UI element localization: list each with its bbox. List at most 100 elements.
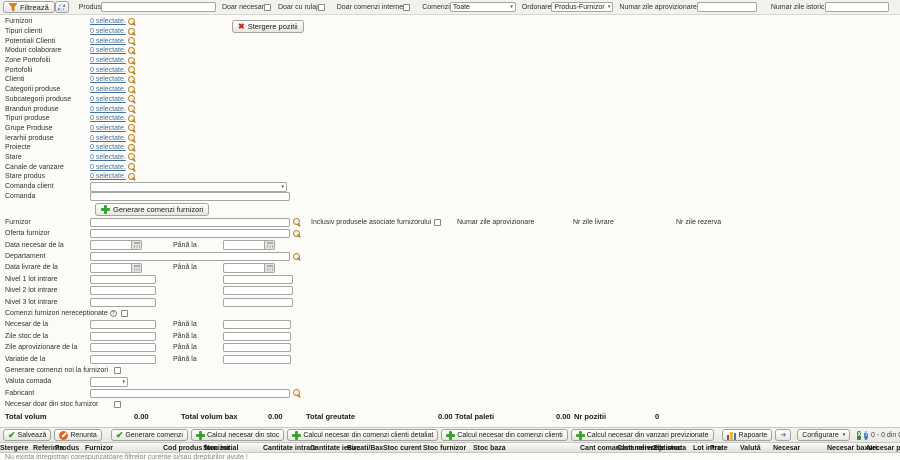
zile-aprovizionare-pana-la-input[interactable] (223, 343, 291, 352)
comanda-client-select[interactable]: ▾ (90, 182, 287, 192)
rapoarte-button[interactable]: Rapoarte (722, 429, 773, 441)
variatie-pana-la-input[interactable] (223, 355, 291, 364)
necesar-de-la-input[interactable] (90, 320, 156, 329)
selected-count-link[interactable]: 0 selectate. (90, 47, 126, 54)
produs-input[interactable] (101, 2, 216, 12)
calendar-icon[interactable] (264, 241, 274, 249)
search-icon[interactable] (128, 27, 137, 36)
selected-count-link[interactable]: 0 selectate. (90, 106, 126, 113)
nivel2-input-2[interactable] (223, 286, 293, 295)
search-icon[interactable] (128, 46, 137, 55)
search-icon[interactable] (128, 75, 137, 84)
rapoarte-expand-button[interactable]: ➜ (775, 429, 791, 441)
calendar-icon[interactable] (131, 241, 141, 249)
export-excel-icon[interactable]: X (857, 431, 861, 440)
cancel-icon (59, 431, 68, 440)
configurare-button[interactable]: Configurare ▾ (797, 429, 850, 441)
nivel3-input-2[interactable] (223, 298, 293, 307)
fabricant-input[interactable] (90, 389, 290, 398)
column-header: Zile stoc (653, 445, 681, 452)
calendar-icon[interactable] (131, 264, 141, 272)
calendar-icon[interactable] (264, 264, 274, 272)
doar-cu-rulaj-checkbox[interactable] (318, 4, 325, 11)
pana-la-label: Până la (173, 333, 223, 340)
totals-row: Total volum 0.00 Total volum bax 0.00 To… (0, 410, 900, 422)
selected-count-link[interactable]: 0 selectate. (90, 76, 126, 83)
search-icon[interactable] (128, 37, 137, 46)
selected-count-link[interactable]: 0 selectate. (90, 28, 126, 35)
generare-comenzi-noi-checkbox[interactable] (114, 367, 121, 374)
nr-zile-aprovizionare-input[interactable] (697, 2, 757, 12)
oferta-furnizor-input[interactable] (90, 229, 290, 238)
help-icon[interactable]: ? (864, 431, 868, 440)
search-icon[interactable] (128, 105, 137, 114)
search-icon[interactable] (128, 85, 137, 94)
search-icon[interactable] (292, 389, 301, 398)
calcul-necesar-stoc-button[interactable]: Calcul necesar din stoc (191, 429, 284, 441)
comanda-input[interactable] (90, 192, 290, 201)
departament-input[interactable] (90, 252, 290, 261)
selected-count-link[interactable]: 0 selectate. (90, 38, 126, 45)
ordonare-select[interactable]: Produs-Furnizor ▾ (551, 2, 613, 12)
necesar-stoc-furnizor-checkbox[interactable] (114, 401, 121, 408)
data-livrare-de-la-field (90, 263, 142, 273)
zile-stoc-pana-la-input[interactable] (223, 332, 291, 341)
valuta-select[interactable]: ▾ (90, 377, 128, 387)
doar-comenzi-interne-checkbox[interactable] (403, 4, 410, 11)
inclusiv-checkbox[interactable] (434, 219, 441, 226)
nivel1-input-1[interactable] (90, 275, 156, 284)
selector-row: Tipuri clienti 0 selectate. (0, 27, 900, 37)
salveaza-button[interactable]: ✔ Salvează (3, 429, 51, 441)
filter-button[interactable]: Filtrează (3, 1, 55, 13)
nivel1-input-2[interactable] (223, 275, 293, 284)
search-icon[interactable] (292, 218, 301, 227)
selected-count-link[interactable]: 0 selectate. (90, 154, 126, 161)
selected-count-link[interactable]: 0 selectate. (90, 57, 126, 64)
furnizor-label: Furnizor (0, 219, 90, 226)
zile-aprovizionare-de-la-input[interactable] (90, 343, 156, 352)
doar-necesar-checkbox[interactable] (264, 4, 271, 11)
search-icon[interactable] (292, 229, 301, 238)
selected-count-link[interactable]: 0 selectate. (90, 67, 126, 74)
selected-count-link[interactable]: 0 selectate. (90, 96, 126, 103)
necesar-stoc-furnizor-label: Necesar doar din stoc furnizor (0, 401, 98, 408)
variatie-de-la-input[interactable] (90, 355, 156, 364)
nivel2-input-1[interactable] (90, 286, 156, 295)
comenzi-nereceptionate-checkbox[interactable] (121, 310, 128, 317)
data-necesar-de-la-field (90, 240, 142, 250)
furnizor-input[interactable] (90, 218, 290, 227)
search-icon[interactable] (128, 66, 137, 75)
selected-count-link[interactable]: 0 selectate. (90, 18, 126, 25)
search-icon[interactable] (128, 134, 137, 143)
renunta-button[interactable]: Renunta (54, 429, 101, 441)
search-icon[interactable] (128, 153, 137, 162)
search-icon[interactable] (128, 114, 137, 123)
selected-count-link[interactable]: 0 selectate. (90, 144, 126, 151)
calcul-comenzi-detaliat-button[interactable]: Calcul necesar din comenzi clienti detal… (287, 429, 438, 441)
calcul-comenzi-clienti-button[interactable]: Calcul necesar din comenzi clienti (441, 429, 567, 441)
selected-count-link[interactable]: 0 selectate. (90, 115, 126, 122)
search-icon[interactable] (128, 124, 137, 133)
selected-count-link[interactable]: 0 selectate. (90, 173, 126, 180)
comenzi-select[interactable]: Toate ▾ (450, 2, 516, 12)
search-icon[interactable] (128, 143, 137, 152)
nivel3-input-1[interactable] (90, 298, 156, 307)
search-icon[interactable] (128, 95, 137, 104)
selected-count-link[interactable]: 0 selectate. (90, 86, 126, 93)
zile-stoc-de-la-input[interactable] (90, 332, 156, 341)
variatie-row: Variatie de la Până la (0, 353, 900, 364)
search-icon[interactable] (128, 172, 137, 181)
calcul-vanzari-previzionate-button[interactable]: Calcul necesar din vanzari previzionate (571, 429, 714, 441)
search-icon[interactable] (128, 56, 137, 65)
selected-count-link[interactable]: 0 selectate. (90, 135, 126, 142)
generare-comenzi-furnizori-button[interactable]: Generare comenzi furnizori (95, 203, 209, 216)
generare-comenzi-button[interactable]: ✔ Generare comenzi (111, 429, 188, 441)
search-icon[interactable] (292, 252, 301, 261)
refresh-button[interactable] (55, 1, 69, 13)
search-icon[interactable] (128, 17, 137, 26)
selected-count-link[interactable]: 0 selectate. (90, 125, 126, 132)
nr-zile-istoric-input[interactable] (825, 2, 889, 12)
necesar-pana-la-input[interactable] (223, 320, 291, 329)
selected-count-link[interactable]: 0 selectate. (90, 164, 126, 171)
search-icon[interactable] (128, 163, 137, 172)
